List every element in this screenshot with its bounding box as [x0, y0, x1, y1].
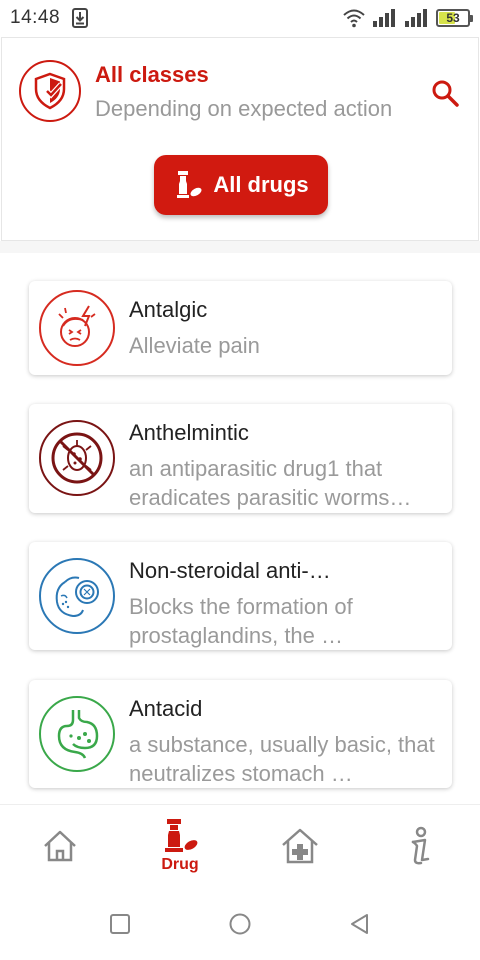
nav-hospital[interactable]: [240, 805, 360, 887]
recent-apps-icon[interactable]: [108, 912, 132, 936]
class-description: a substance, usually basic, that neutral…: [129, 732, 435, 786]
battery-icon: 53: [436, 9, 473, 27]
home-circle-icon[interactable]: [228, 912, 252, 936]
signal-icon: [373, 9, 395, 27]
stomach-icon: [39, 696, 115, 772]
shield-check-icon: [19, 60, 81, 122]
class-card-anthelmintic[interactable]: Anthelmintic an antiparasitic drug1 that…: [29, 404, 452, 513]
class-name: Antacid: [129, 696, 203, 721]
nav-home[interactable]: [0, 805, 120, 887]
nav-info[interactable]: [360, 805, 480, 887]
class-name: Anthelmintic: [129, 420, 249, 445]
page-title: All classes: [95, 62, 209, 87]
class-card-antalgic[interactable]: Antalgic Alleviate pain: [29, 281, 452, 375]
class-card-antacid[interactable]: Antacid a substance, usually basic, that…: [29, 680, 452, 788]
drug-icon: [165, 819, 198, 852]
page-subtitle: Depending on expected action: [95, 96, 393, 121]
download-icon: [72, 8, 89, 28]
signal-icon: [405, 9, 427, 27]
nav-drug[interactable]: Drug: [120, 805, 240, 887]
nav-drug-label: Drug: [161, 856, 199, 873]
no-parasite-icon: [39, 420, 115, 496]
class-header: All classes Depending on expected action…: [1, 37, 479, 241]
all-drugs-button[interactable]: All drugs: [154, 155, 328, 215]
section-divider: [0, 241, 480, 253]
search-icon[interactable]: [430, 78, 460, 108]
battery-level: 53: [446, 11, 460, 25]
class-description: Alleviate pain: [129, 333, 260, 358]
status-time: 14:48: [10, 7, 61, 28]
info-icon: [411, 826, 430, 865]
wifi-icon: [343, 9, 365, 28]
class-name: Antalgic: [129, 297, 208, 322]
drug-icon: [177, 171, 202, 198]
face-magnifier-icon: [39, 558, 115, 634]
system-nav: [0, 886, 480, 960]
back-icon[interactable]: [348, 912, 372, 936]
headache-face-icon: [39, 290, 115, 366]
hospital-icon: [282, 828, 318, 864]
all-drugs-label: All drugs: [213, 172, 309, 197]
home-icon: [44, 830, 76, 862]
class-description: Blocks the formation of prostaglandins, …: [129, 594, 353, 648]
class-name: Non-steroidal anti-…: [129, 558, 331, 583]
status-bar: 14:48 53: [0, 0, 480, 36]
class-card-nsaid[interactable]: Non-steroidal anti-… Blocks the formatio…: [29, 542, 452, 650]
bottom-nav: Drug: [0, 804, 480, 886]
class-description: an antiparasitic drug1 that eradicates p…: [129, 456, 412, 510]
